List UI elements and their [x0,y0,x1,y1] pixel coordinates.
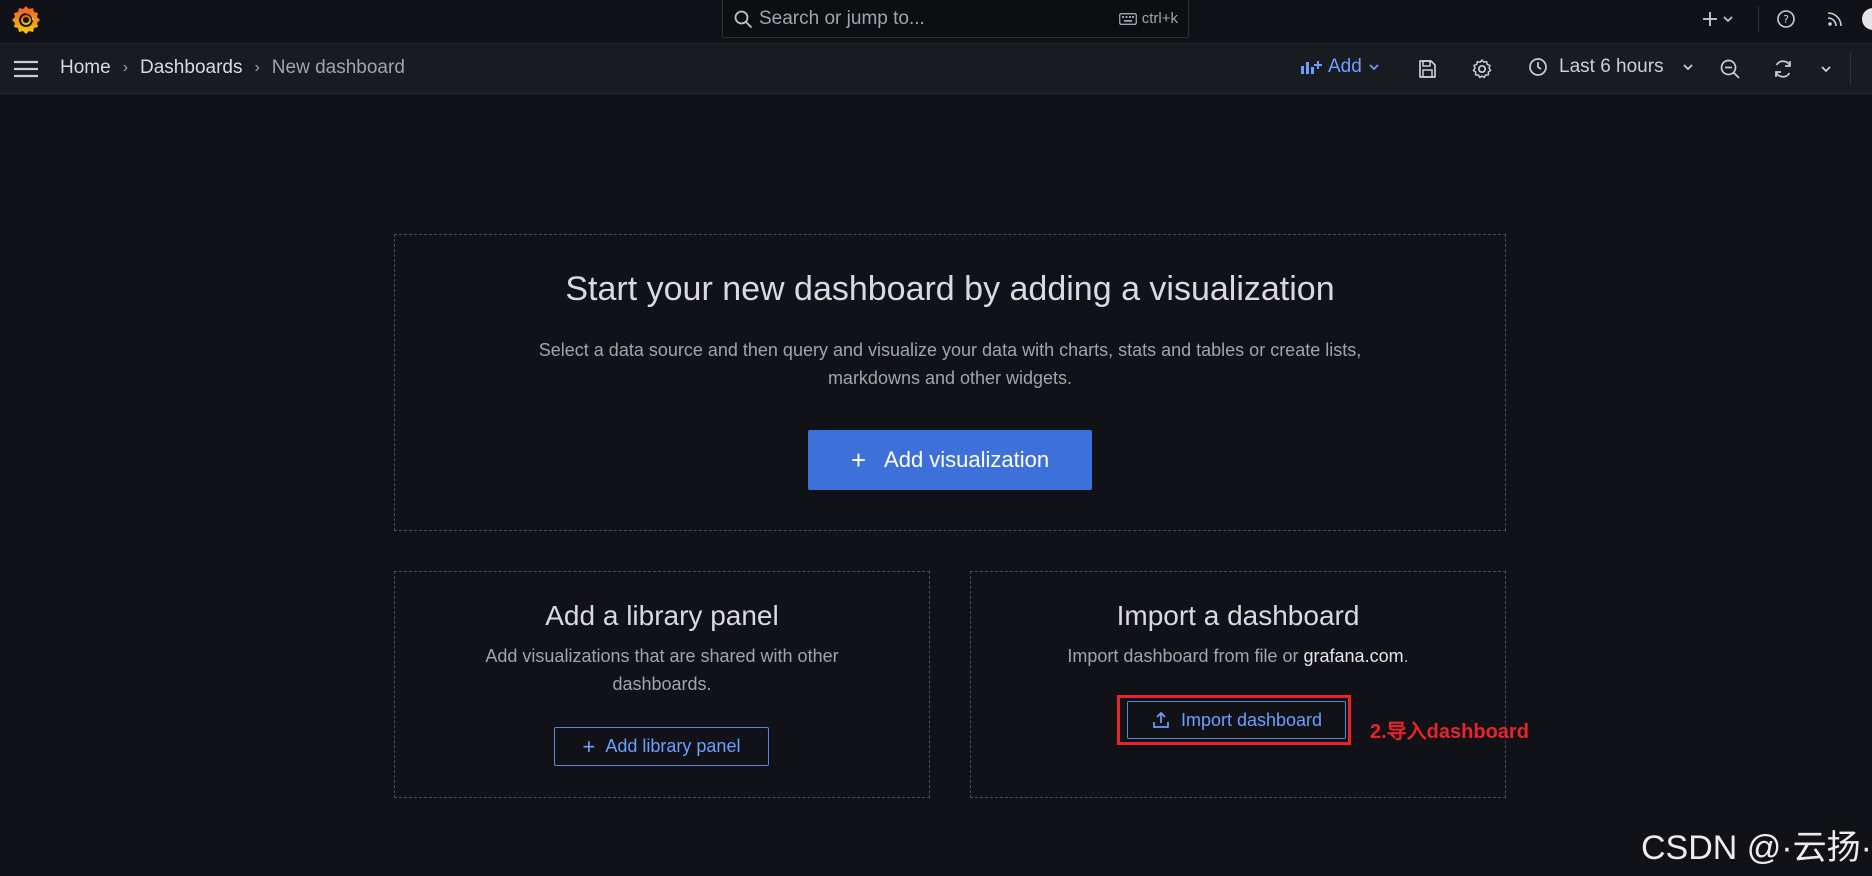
add-menu-button[interactable]: Add [1300,56,1388,78]
search-placeholder: Search or jump to... [759,7,925,29]
annotation-label: 2.导入dashboard [1370,721,1529,743]
dashboard-toolbar: Home › Dashboards › New dashboard Add La… [0,44,1872,94]
divider [1850,52,1851,86]
breadcrumb-dashboards[interactable]: Dashboards [140,57,242,79]
gear-icon[interactable] [1470,57,1494,81]
chevron-right-icon: › [122,59,129,76]
breadcrumb: Home › Dashboards › New dashboard [60,57,405,79]
add-panel-icon [1301,61,1322,74]
svg-text:?: ? [1783,13,1789,26]
empty-dashboard-description: Select a data source and then query and … [538,340,1362,388]
add-library-panel-label: Add library panel [605,736,741,756]
search-bar[interactable]: Search or jump to... ctrl+k [722,0,1189,38]
menu-icon[interactable] [12,58,40,80]
zoom-out-icon[interactable] [1718,57,1742,81]
import-dashboard-description: Import dashboard from file or grafana.co… [970,642,1506,670]
chevron-down-icon [1682,64,1693,71]
breadcrumb-home[interactable]: Home [60,57,111,79]
shortcut-label: ctrl+k [1141,10,1178,27]
grafana-com-link[interactable]: grafana.com [1304,646,1404,666]
import-description-text: Import dashboard from file or [1067,646,1304,666]
divider [1758,6,1759,32]
plus-icon[interactable] [1699,8,1721,30]
add-visualization-label: Add visualization [884,447,1050,472]
import-dashboard-label: Import dashboard [1180,709,1323,730]
watermark: CSDN @·云扬· [1641,829,1872,867]
add-visualization-button[interactable]: + Add visualization [808,430,1092,490]
import-dashboard-button[interactable]: Import dashboard [1127,701,1346,739]
save-icon[interactable] [1415,57,1439,81]
chevron-right-icon: › [254,59,260,76]
chevron-down-icon [1369,64,1379,71]
search-icon [734,10,752,28]
add-library-panel-button[interactable]: + Add library panel [554,727,769,766]
import-description-suffix: . [1403,646,1409,666]
plus-icon: + [850,445,867,475]
grafana-logo[interactable] [10,4,42,36]
help-icon[interactable]: ? [1775,8,1797,30]
time-range-label: Last 6 hours [1559,56,1664,77]
top-bar: Search or jump to... ctrl+k ? [0,0,1872,44]
keyboard-icon [1118,12,1137,25]
chevron-down-icon[interactable] [1818,57,1834,81]
keyboard-shortcut: ctrl+k [1118,10,1178,27]
library-panel-title: Add a library panel [545,600,779,631]
add-label: Add [1328,56,1362,77]
plus-icon: + [582,733,596,759]
refresh-icon[interactable] [1771,57,1795,81]
empty-dashboard-title: Start your new dashboard by adding a vis… [565,270,1335,308]
clock-icon [1529,58,1547,76]
chevron-down-icon[interactable] [1721,8,1735,30]
rss-icon[interactable] [1824,8,1846,30]
import-dashboard-title: Import a dashboard [1116,600,1360,631]
breadcrumb-current: New dashboard [271,57,405,78]
time-range-picker[interactable]: Last 6 hours [1527,56,1706,78]
upload-icon [1153,711,1169,728]
library-panel-description: Add visualizations that are shared with … [485,646,839,694]
avatar[interactable] [1862,8,1872,30]
